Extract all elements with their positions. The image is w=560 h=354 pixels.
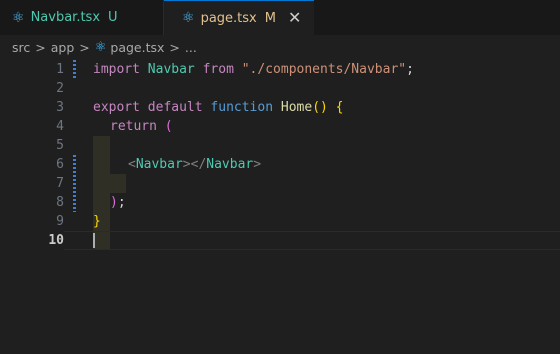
code-line-10: 10 xyxy=(0,231,560,250)
code-line-2: 2 xyxy=(0,79,560,98)
line-number: 8 xyxy=(56,195,64,210)
line-number: 3 xyxy=(56,100,64,115)
code-text: export default function Home() { xyxy=(93,100,344,115)
code-text: } xyxy=(93,214,101,229)
code-line-8: 8 ); xyxy=(0,193,560,212)
line-number: 6 xyxy=(56,157,64,172)
line-number: 2 xyxy=(56,81,64,96)
code-text: return ( xyxy=(110,119,173,134)
line-number: 4 xyxy=(56,119,64,134)
code-text: import Navbar from "./components/Navbar"… xyxy=(93,62,414,77)
react-icon: ⚛ xyxy=(94,39,107,55)
line-number: 1 xyxy=(56,62,64,77)
tab-page-tsx[interactable]: ⚛ page.tsx M ✕ xyxy=(164,0,314,35)
code-line-7: 7 xyxy=(0,174,560,193)
code-line-9: 9 } xyxy=(0,212,560,231)
line-number: 9 xyxy=(56,214,64,229)
code-editor[interactable]: 1 import Navbar from "./components/Navba… xyxy=(0,60,560,354)
breadcrumb-item-src[interactable]: src xyxy=(12,40,30,55)
code-text: <Navbar></Navbar> xyxy=(128,157,262,172)
git-status-badge: U xyxy=(108,10,118,25)
chevron-right-icon: > xyxy=(35,39,46,55)
react-icon: ⚛ xyxy=(182,10,195,26)
react-icon: ⚛ xyxy=(12,9,25,26)
code-text: ); xyxy=(110,195,126,210)
code-line-4: 4 return ( xyxy=(0,117,560,136)
tab-navbar-tsx[interactable]: ⚛ Navbar.tsx U xyxy=(0,0,164,35)
breadcrumb-item-symbols[interactable]: ... xyxy=(185,40,197,55)
line-number: 7 xyxy=(56,176,64,191)
breadcrumb-item-app[interactable]: app xyxy=(51,40,75,55)
chevron-right-icon: > xyxy=(79,39,90,55)
git-status-badge: M xyxy=(264,10,276,26)
code-line-1: 1 import Navbar from "./components/Navba… xyxy=(0,60,560,79)
code-line-3: 3 export default function Home() { xyxy=(0,98,560,117)
text-cursor xyxy=(93,233,95,248)
code-line-6: 6 <Navbar></Navbar> xyxy=(0,155,560,174)
line-number: 5 xyxy=(56,138,64,153)
close-icon[interactable]: ✕ xyxy=(288,10,301,26)
editor-tab-bar: ⚛ Navbar.tsx U ⚛ page.tsx M ✕ xyxy=(0,0,560,35)
tab-label: page.tsx xyxy=(200,10,257,26)
breadcrumb: src > app > ⚛ page.tsx > ... xyxy=(0,36,197,58)
tab-label: Navbar.tsx xyxy=(30,10,101,25)
chevron-right-icon: > xyxy=(169,39,180,55)
current-line-highlight xyxy=(64,231,560,250)
code-line-5: 5 xyxy=(0,136,560,155)
line-number-active: 10 xyxy=(48,233,64,248)
breadcrumb-item-file[interactable]: page.tsx xyxy=(110,40,164,55)
